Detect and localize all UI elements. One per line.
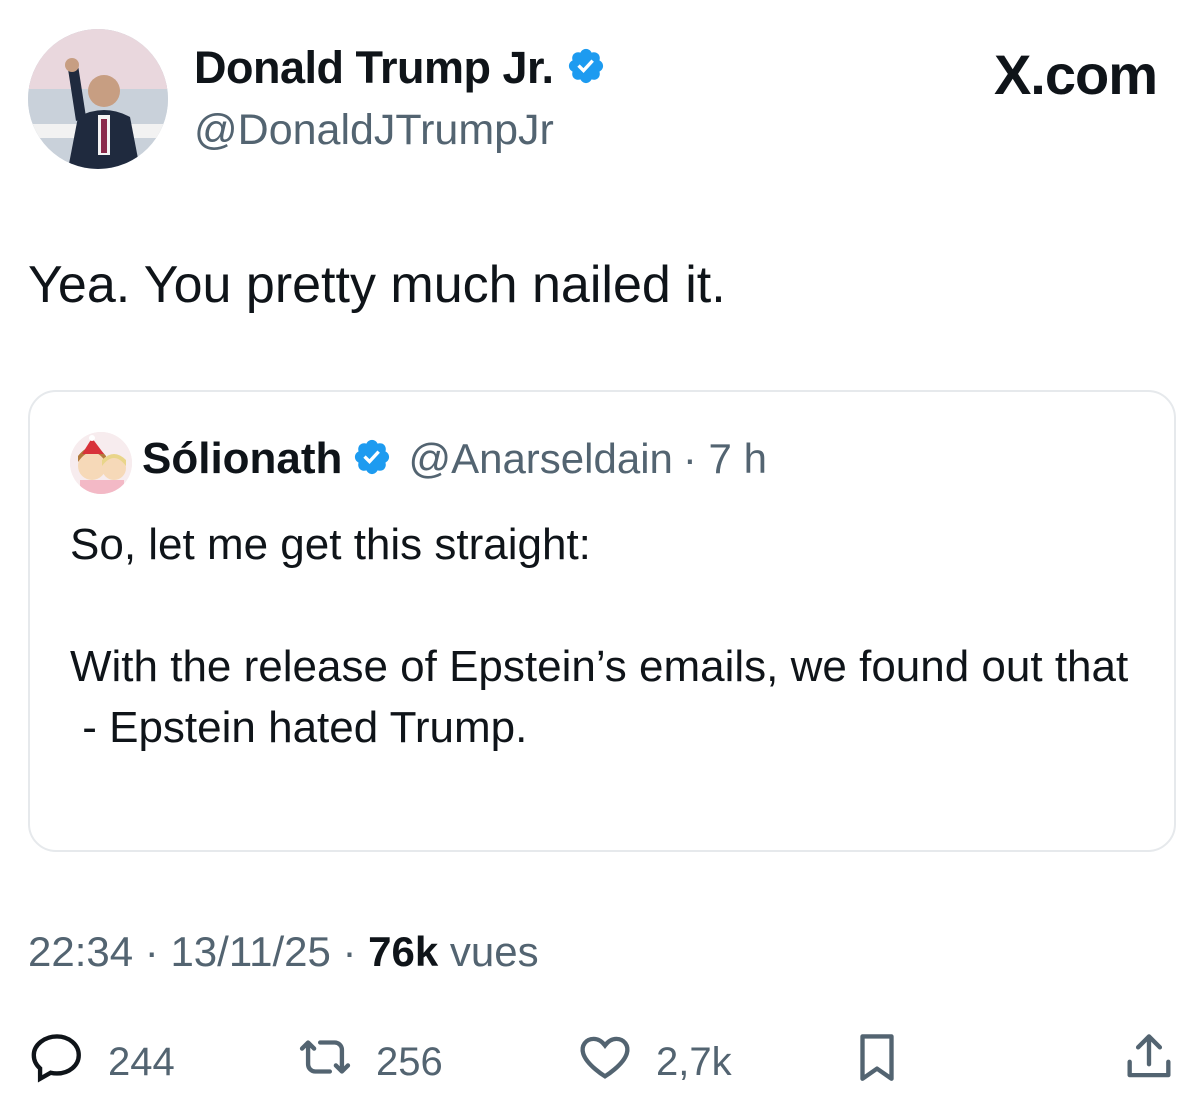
verified-badge-icon: [566, 46, 606, 91]
author-name[interactable]: Donald Trump Jr.: [194, 42, 554, 94]
quoted-author-handle[interactable]: @Anarseldain: [408, 435, 672, 483]
like-count: 2,7k: [656, 1039, 732, 1084]
avatar-photo: [28, 29, 168, 169]
quoted-avatar-illustration: [70, 432, 132, 494]
quoted-author-avatar[interactable]: [70, 432, 132, 494]
views-label: vues: [449, 928, 539, 975]
views-count: 76k: [368, 928, 439, 975]
tweet-meta: 22:34 · 13/11/25 · 76k vues: [28, 928, 539, 976]
author-name-row: Donald Trump Jr.: [194, 42, 606, 94]
repost-count: 256: [376, 1039, 443, 1084]
quoted-tweet-card[interactable]: Sólionath @Anarseldain · 7 h So, let me …: [28, 390, 1176, 852]
author-avatar[interactable]: [28, 29, 168, 169]
quoted-tweet-text: So, let me get this straight: With the r…: [70, 520, 1129, 752]
verified-badge-icon: [352, 437, 392, 482]
quoted-header: Sólionath @Anarseldain · 7 h: [142, 434, 767, 484]
meta-separator: ·: [342, 928, 357, 975]
tweet-text: Yea. You pretty much nailed it.: [28, 256, 726, 314]
author-handle[interactable]: @DonaldJTrumpJr: [194, 106, 554, 155]
reply-count: 244: [108, 1039, 175, 1084]
quoted-timestamp: · 7 h: [682, 435, 767, 482]
meta-separator: ·: [144, 928, 159, 975]
quoted-author-name[interactable]: Sólionath: [142, 434, 342, 484]
action-bar: 244 256 2,7k: [28, 1028, 1188, 1086]
tweet-time: 22:34: [28, 928, 134, 975]
brand-label: X.com: [993, 43, 1158, 106]
tweet-date: 13/11/25: [170, 928, 331, 975]
